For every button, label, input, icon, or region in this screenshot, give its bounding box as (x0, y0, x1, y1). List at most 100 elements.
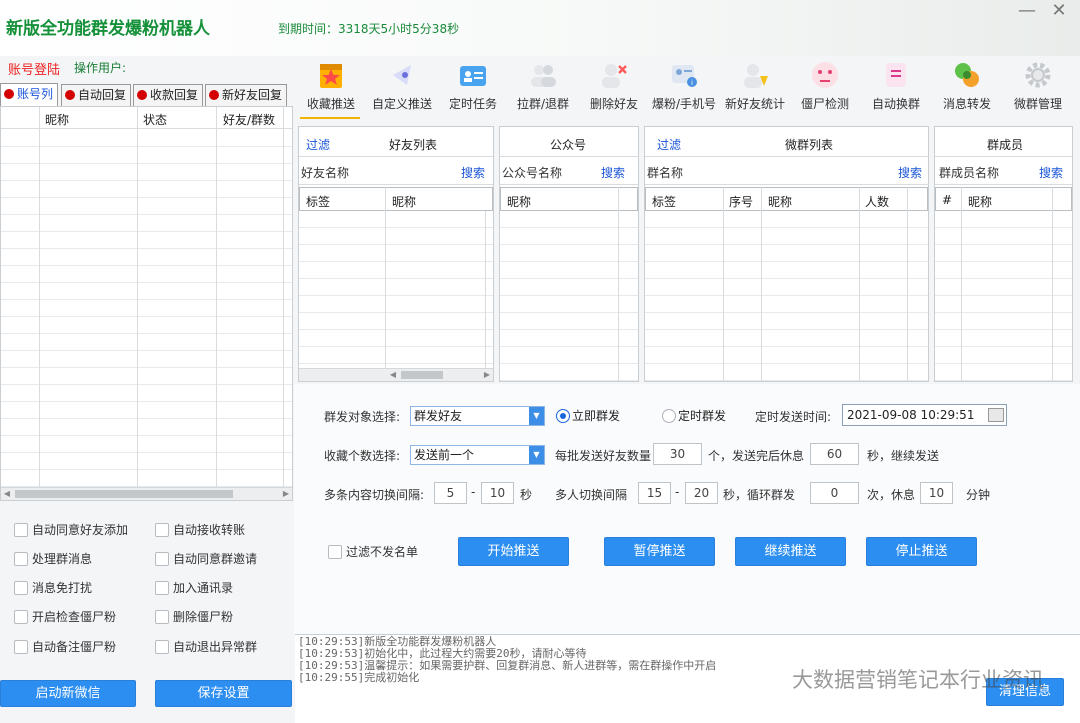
scroll-thumb[interactable] (15, 490, 233, 498)
toolbar-group-manage[interactable]: 微群管理 (1003, 60, 1073, 118)
timed-send-datetime[interactable]: 2021-09-08 10:29:51 (842, 404, 1007, 426)
tab-auto-reply[interactable]: 自动回复 (61, 84, 131, 106)
id-card-icon (460, 66, 486, 86)
opt-auto-exit-abnormal-group[interactable]: 自动退出异常群 (155, 640, 257, 654)
start-new-wechat-button[interactable]: 启动新微信 (0, 680, 136, 707)
break-unit-label: 分钟 (966, 488, 991, 502)
content-interval-min-input[interactable]: 5 (434, 482, 467, 504)
group-icon (531, 65, 556, 87)
multi-interval-max-input[interactable]: 20 (685, 482, 718, 504)
chevron-down-icon: ▼ (529, 446, 544, 464)
red-dot-icon (65, 90, 75, 100)
radio-send-now[interactable]: 立即群发 (556, 409, 620, 423)
scroll-right-icon[interactable]: ▶ (280, 488, 292, 500)
official-col-nickname[interactable]: 昵称 (507, 193, 531, 210)
friends-col-nickname[interactable]: 昵称 (392, 193, 416, 210)
target-label: 群发对象选择: (324, 410, 401, 424)
opt-auto-accept-friend[interactable]: 自动同意好友添加 (14, 523, 128, 537)
start-push-button[interactable]: 开始推送 (458, 537, 569, 566)
toolbar-auto-switch-group[interactable]: 自动换群 (861, 60, 931, 118)
scroll-left-icon[interactable]: ◀ (387, 369, 399, 381)
toolbar-fan-phone[interactable]: i 爆粉/手机号 (649, 60, 719, 118)
opt-check-zombie[interactable]: 开启检查僵尸粉 (14, 610, 116, 624)
groups-col-nickname[interactable]: 昵称 (768, 193, 792, 210)
loop-label: 秒，循环群发 (723, 488, 796, 502)
toolbar-pull-exit-group[interactable]: 拉群/退群 (508, 60, 578, 118)
col-friend-group-count[interactable]: 好友/群数 (223, 111, 275, 128)
members-col-index[interactable]: # (942, 193, 952, 207)
minimize-button[interactable]: — (1014, 2, 1040, 22)
members-search-button[interactable]: 搜索 (1039, 164, 1063, 181)
toolbar-fav-push[interactable]: 收藏推送 (296, 60, 366, 118)
tab-payment-reply[interactable]: 收款回复 (133, 84, 203, 106)
break-minutes-input[interactable]: 10 (920, 482, 953, 504)
toolbar-timed-task[interactable]: 定时任务 (438, 60, 508, 118)
opt-remark-zombie[interactable]: 自动备注僵尸粉 (14, 640, 116, 654)
target-select[interactable]: 群发好友 ▼ (410, 406, 545, 426)
scroll-left-icon[interactable]: ◀ (1, 488, 13, 500)
fav-count-select[interactable]: 发送前一个 ▼ (410, 445, 545, 465)
col-status[interactable]: 状态 (143, 111, 167, 128)
groups-panel: 过滤 微群列表 群名称 搜索 标签 序号 昵称 人数 (644, 126, 929, 382)
stop-push-button[interactable]: 停止推送 (866, 537, 977, 566)
rest-suffix-label: 秒，继续发送 (867, 449, 940, 463)
group-members-panel: 群成员 群成员名称 搜索 # 昵称 (934, 126, 1073, 382)
scroll-right-icon[interactable]: ▶ (481, 369, 493, 381)
filter-blacklist-checkbox[interactable]: 过滤不发名单 (328, 545, 418, 559)
loop-count-input[interactable]: 0 (810, 482, 859, 504)
tab-new-friend-reply[interactable]: 新好友回复 (205, 84, 287, 106)
official-panel-title: 公众号 (550, 138, 587, 152)
groups-col-index[interactable]: 序号 (729, 193, 753, 210)
continue-push-button[interactable]: 继续推送 (735, 537, 846, 566)
opt-mute-messages[interactable]: 消息免打扰 (14, 581, 92, 595)
account-table-hscrollbar[interactable]: ◀ ▶ (1, 487, 292, 500)
official-search-button[interactable]: 搜索 (601, 164, 625, 181)
batch-size-input[interactable]: 30 (653, 443, 702, 465)
groups-col-tag[interactable]: 标签 (652, 193, 676, 210)
toolbar-new-friend-stats[interactable]: 新好友统计 (720, 60, 790, 118)
opt-handle-group-msg[interactable]: 处理群消息 (14, 552, 92, 566)
opt-auto-accept-group-invite[interactable]: 自动同意群邀请 (155, 552, 257, 566)
push-settings-form: 群发对象选择: 群发好友 ▼ 立即群发 定时群发 定时发送时间: 2021-09… (294, 384, 1080, 634)
rest-prefix-label: 个，发送完后休息 (708, 449, 805, 463)
content-interval-max-input[interactable]: 10 (481, 482, 514, 504)
account-table[interactable]: 昵称 状态 好友/群数 ◀ ▶ (0, 106, 293, 501)
loop-unit-label: 次，休息 (867, 488, 916, 502)
rest-seconds-input[interactable]: 60 (810, 443, 859, 465)
groups-search-button[interactable]: 搜索 (898, 164, 922, 181)
watermark: 大数据营销笔记本行业资讯 (792, 668, 1044, 692)
toolbar-message-forward[interactable]: 消息转发 (932, 60, 1002, 118)
toolbar-zombie-check[interactable]: 僵尸检测 (790, 60, 860, 118)
friends-rows (299, 211, 493, 368)
opt-auto-receive-transfer[interactable]: 自动接收转账 (155, 523, 245, 537)
star-folder-icon (320, 64, 342, 88)
pause-push-button[interactable]: 暂停推送 (604, 537, 715, 566)
content-interval-label: 多条内容切换间隔: (324, 488, 425, 502)
save-settings-button[interactable]: 保存设置 (155, 680, 292, 707)
groups-col-member-count[interactable]: 人数 (865, 193, 889, 210)
friends-col-tag[interactable]: 标签 (306, 193, 330, 210)
col-nickname[interactable]: 昵称 (45, 111, 69, 128)
friends-hscrollbar[interactable]: ◀ ▶ (299, 368, 493, 381)
expiry-time: 到期时间：3318天5小时5分38秒 (278, 22, 460, 36)
opt-add-to-contacts[interactable]: 加入通讯录 (155, 581, 233, 595)
groups-filter-link[interactable]: 过滤 (657, 136, 681, 153)
chevron-down-icon: ▼ (529, 407, 544, 425)
multi-interval-min-input[interactable]: 15 (638, 482, 671, 504)
members-col-nickname[interactable]: 昵称 (968, 193, 992, 210)
friends-filter-link[interactable]: 过滤 (306, 136, 330, 153)
remove-user-icon (602, 64, 627, 88)
opt-delete-zombie[interactable]: 删除僵尸粉 (155, 610, 233, 624)
tab-account-list[interactable]: 账号列 (0, 83, 58, 106)
radio-send-timed[interactable]: 定时群发 (662, 409, 726, 423)
batch-size-label: 每批发送好友数量 (555, 449, 652, 463)
calendar-icon[interactable] (988, 408, 1004, 422)
range-separator: - (675, 485, 680, 499)
account-login-label[interactable]: 账号登陆 (8, 59, 60, 78)
toolbar-delete-friend[interactable]: 删除好友 (579, 60, 649, 118)
friends-name-label: 好友名称 (301, 166, 350, 180)
friends-search-button[interactable]: 搜索 (461, 164, 485, 181)
scroll-thumb[interactable] (401, 371, 443, 379)
close-button[interactable]: ✕ (1046, 2, 1072, 22)
toolbar-custom-push[interactable]: 自定义推送 (367, 60, 437, 118)
